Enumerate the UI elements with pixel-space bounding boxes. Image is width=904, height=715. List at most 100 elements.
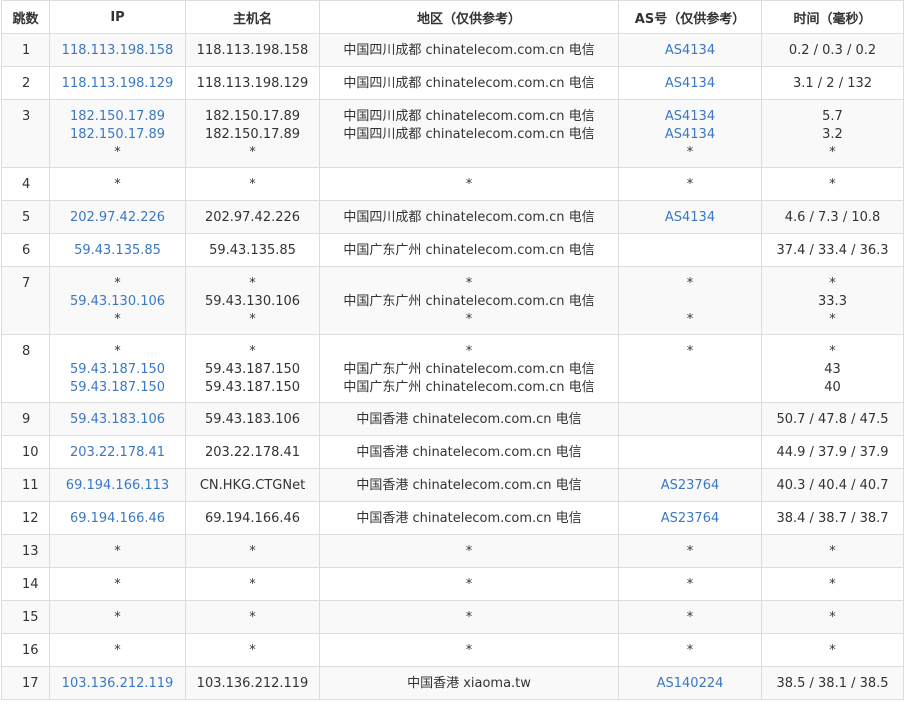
region: 中国四川成都 chinatelecom.com.cn 电信 <box>343 109 595 124</box>
ip-address-link[interactable]: 59.43.130.106 <box>50 293 185 311</box>
region-cell: 中国香港 chinatelecom.com.cn 电信 <box>319 402 619 436</box>
ip-address: * <box>114 276 121 291</box>
latency-cell: * 43 40 <box>761 334 904 403</box>
ip-address-cell: 202.97.42.226 <box>49 200 186 234</box>
hostname: 59.43.187.150 <box>204 380 301 395</box>
hostname: * <box>249 177 256 192</box>
ip-address-link[interactable]: 59.43.183.106 <box>50 411 185 429</box>
hostname: CN.HKG.CTGNet <box>199 478 306 493</box>
latency: 40.3 / 40.4 / 40.7 <box>776 478 889 493</box>
hostname-cell: * <box>185 534 320 568</box>
ip-address: * <box>114 643 121 658</box>
header-hop: 跳数 <box>1 0 50 34</box>
hostname: * <box>249 577 256 592</box>
as-number <box>619 444 761 462</box>
ip-address-link[interactable]: 69.194.166.113 <box>50 477 185 495</box>
as-number-link[interactable]: AS23764 <box>619 477 761 495</box>
hostname: 103.136.212.119 <box>196 676 309 691</box>
as-number: * <box>686 344 694 359</box>
hop-number: 14 <box>1 567 50 601</box>
ip-address-link[interactable]: 203.22.178.41 <box>50 444 185 462</box>
hostname-cell: * 59.43.130.106 * <box>185 266 320 335</box>
region <box>320 144 618 162</box>
hop-number: 3 <box>1 99 50 168</box>
as-number: * <box>686 312 694 327</box>
ip-address-cell: * 59.43.187.150 59.43.187.150 <box>49 334 186 403</box>
latency: * <box>829 643 836 658</box>
region-cell: * <box>319 567 619 601</box>
hop-number: 6 <box>1 233 50 267</box>
region-cell: 中国四川成都 chinatelecom.com.cn 电信 <box>319 200 619 234</box>
hostname-cell: * <box>185 600 320 634</box>
as-number-link[interactable]: AS4134 <box>619 108 761 126</box>
as-number-cell: AS23764 <box>618 468 762 502</box>
hop-number: 13 <box>1 534 50 568</box>
hostname-cell: * 59.43.187.150 59.43.187.150 <box>185 334 320 403</box>
hostname: * <box>249 544 256 559</box>
hop-number: 12 <box>1 501 50 535</box>
ip-address-cell: * <box>49 600 186 634</box>
table-row: 9 59.43.183.106 59.43.183.106 中国香港 chinatel… <box>1 402 904 436</box>
table-row: 10 203.22.178.41 203.22.178.41 中国香港 chinate… <box>1 435 904 469</box>
latency: * <box>829 145 836 160</box>
hop-number: 1 <box>1 33 50 67</box>
ip-address-link[interactable]: 69.194.166.46 <box>50 510 185 528</box>
latency-cell: 4.6 / 7.3 / 10.8 <box>761 200 904 234</box>
hop-number: 10 <box>1 435 50 469</box>
as-number-link[interactable]: AS4134 <box>619 209 761 227</box>
latency: 44.9 / 37.9 / 37.9 <box>776 445 889 460</box>
ip-address: * <box>114 577 121 592</box>
latency: 33.3 <box>818 294 847 309</box>
as-number-link[interactable]: AS4134 <box>619 75 761 93</box>
latency: * <box>829 544 836 559</box>
ip-address-link[interactable]: 59.43.187.150 <box>50 379 185 397</box>
table-row: 1 118.113.198.158 118.113.198.158 中国四川成都 ch… <box>1 33 904 67</box>
region: 中国四川成都 chinatelecom.com.cn 电信 <box>343 210 595 225</box>
ip-address-link[interactable]: 103.136.212.119 <box>50 675 185 693</box>
latency-cell: 40.3 / 40.4 / 40.7 <box>761 468 904 502</box>
ip-address-link[interactable]: 59.43.135.85 <box>50 242 185 260</box>
region-cell: * <box>319 633 619 667</box>
as-number: * <box>686 177 694 192</box>
latency-cell: * <box>761 633 904 667</box>
table-row: 8 * 59.43.187.150 59.43.187.150 * 59.43.187.1… <box>1 334 904 403</box>
hostname: 182.150.17.89 <box>204 109 301 124</box>
ip-address-link[interactable]: 182.150.17.89 <box>50 108 185 126</box>
table-row: 16 * * * * * <box>1 633 904 667</box>
region: 中国四川成都 chinatelecom.com.cn 电信 <box>343 127 595 142</box>
region-cell: 中国香港 chinatelecom.com.cn 电信 <box>319 501 619 535</box>
as-number-link[interactable]: AS23764 <box>619 510 761 528</box>
region: * <box>465 312 473 327</box>
ip-address-cell: 182.150.17.89 182.150.17.89 * <box>49 99 186 168</box>
table-row: 3 182.150.17.89 182.150.17.89 * 182.150.17.8… <box>1 99 904 168</box>
as-number-link[interactable]: AS4134 <box>619 42 761 60</box>
hop-number: 15 <box>1 600 50 634</box>
as-number-link[interactable]: AS140224 <box>619 675 761 693</box>
table-row: 17 103.136.212.119 103.136.212.119 中国香港 xia… <box>1 666 904 700</box>
latency-cell: 0.2 / 0.3 / 0.2 <box>761 33 904 67</box>
table-header-row: 跳数 IP 主机名 地区（仅供参考） AS号（仅供参考） 时间（毫秒） <box>1 0 904 34</box>
as-number: * <box>686 643 694 658</box>
hostname-cell: * <box>185 633 320 667</box>
ip-address-link[interactable]: 118.113.198.158 <box>50 42 185 60</box>
hop-number: 5 <box>1 200 50 234</box>
ip-address-link[interactable]: 59.43.187.150 <box>50 361 185 379</box>
hop-number: 7 <box>1 266 50 335</box>
ip-address-link[interactable]: 182.150.17.89 <box>50 126 185 144</box>
as-number-link[interactable]: AS4134 <box>619 126 761 144</box>
ip-address-link[interactable]: 202.97.42.226 <box>50 209 185 227</box>
ip-address-link[interactable]: 118.113.198.129 <box>50 75 185 93</box>
as-number-cell: * <box>618 334 762 403</box>
hostname-cell: 118.113.198.158 <box>185 33 320 67</box>
hop-number: 9 <box>1 402 50 436</box>
hop-number: 4 <box>1 167 50 201</box>
latency-cell: * 33.3 * <box>761 266 904 335</box>
region-cell: * <box>319 534 619 568</box>
as-number: * <box>686 577 694 592</box>
table-row: 14 * * * * * <box>1 567 904 601</box>
latency: 38.4 / 38.7 / 38.7 <box>776 511 889 526</box>
region: * <box>465 177 473 192</box>
ip-address: * <box>114 544 121 559</box>
as-number-cell <box>618 233 762 267</box>
latency-cell: 50.7 / 47.8 / 47.5 <box>761 402 904 436</box>
